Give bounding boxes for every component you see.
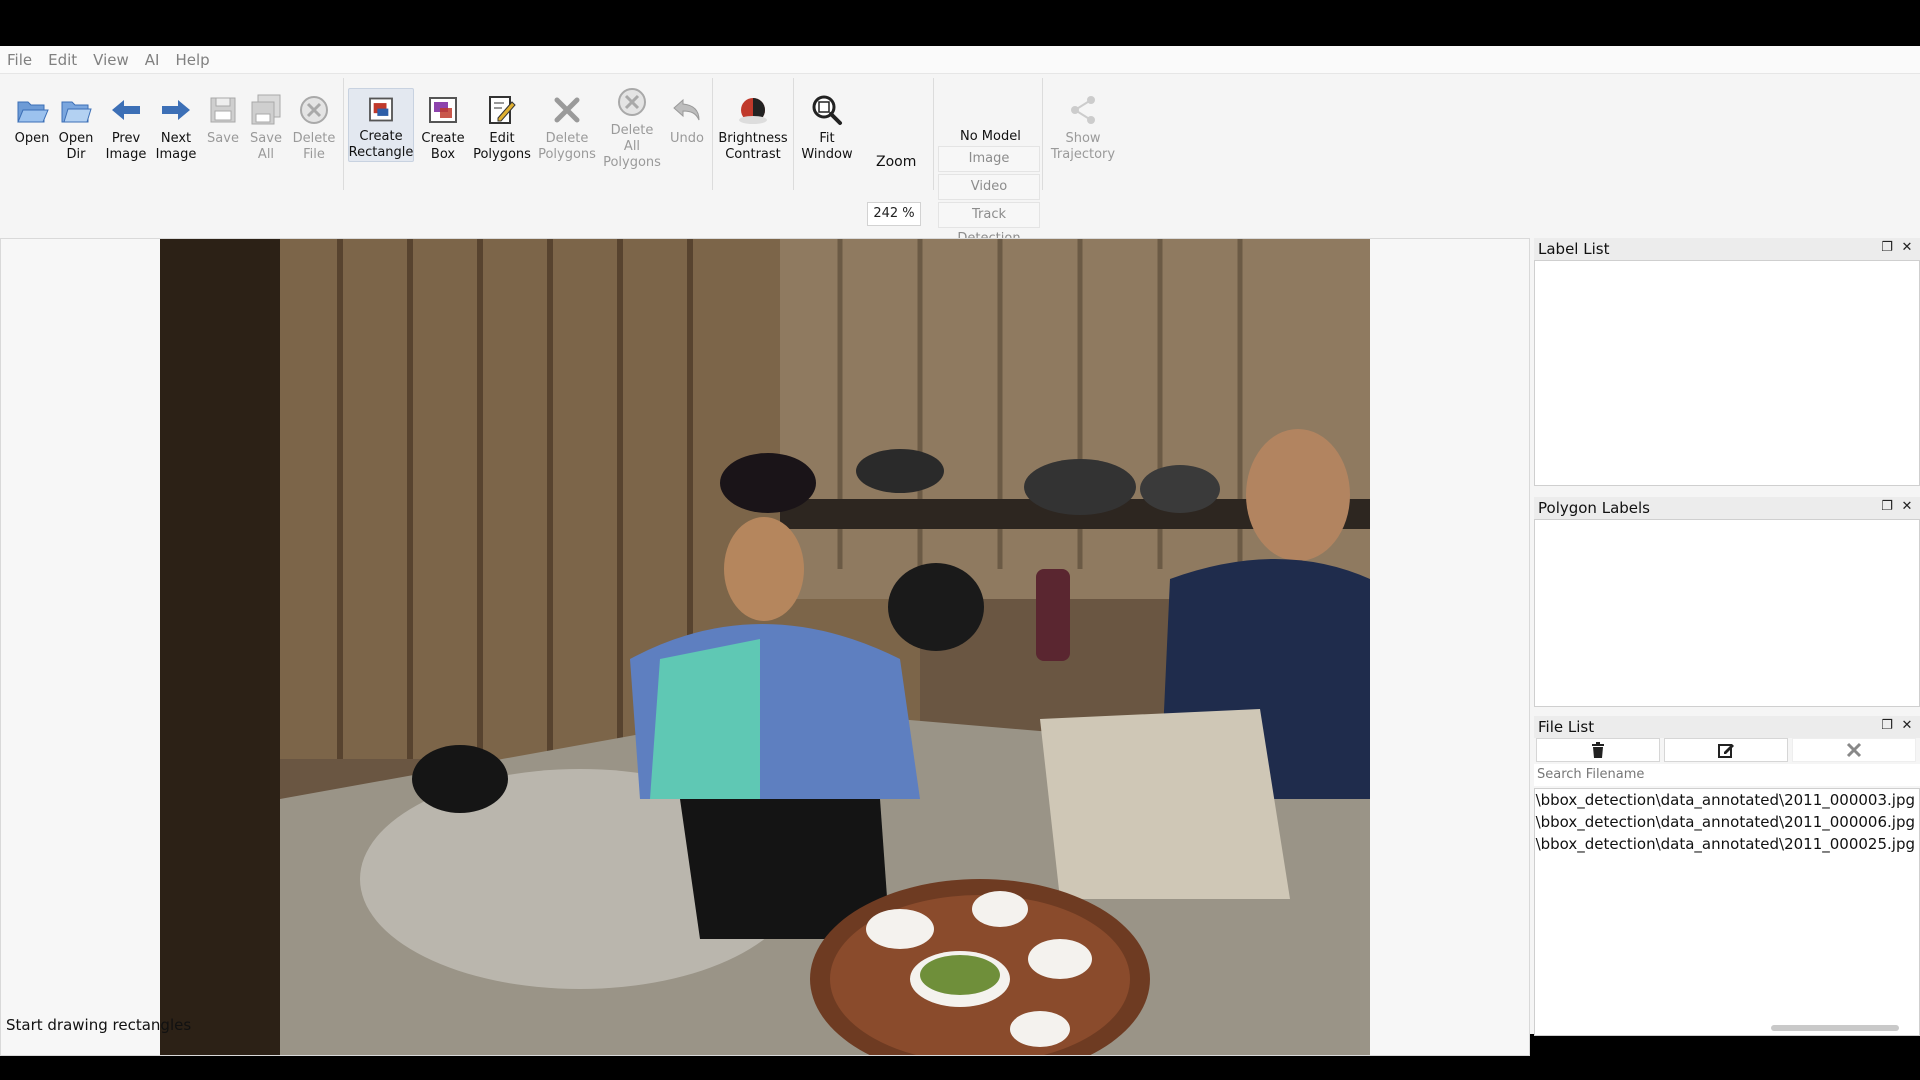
menu-file[interactable]: File: [0, 51, 40, 69]
edit-polygons-button[interactable]: Edit Polygons: [473, 92, 531, 163]
zoom-input[interactable]: 242 %: [867, 202, 921, 226]
video-detection-button[interactable]: Video Detection: [938, 174, 1040, 218]
rectangle-icon: [369, 97, 393, 122]
pencil-note-icon: [489, 96, 516, 124]
horizontal-scrollbar[interactable]: [1771, 1025, 1899, 1031]
magnifier-icon: [812, 95, 842, 125]
float-icon[interactable]: ❐: [1880, 719, 1894, 733]
photo-scene: [160, 239, 1370, 1055]
search-filename-input[interactable]: Search Filename: [1534, 764, 1920, 786]
undo-button[interactable]: Undo: [668, 92, 706, 147]
trash-icon: [1592, 742, 1604, 758]
zoom-label: Zoom: [876, 154, 917, 170]
toolbar-separator: [343, 78, 344, 190]
menu-ai[interactable]: AI: [137, 51, 168, 69]
folder-icon: [61, 101, 92, 123]
floppy-stack-icon: [251, 94, 281, 125]
share-icon: [1071, 96, 1095, 124]
arrow-left-icon: [112, 100, 140, 120]
float-icon[interactable]: ❐: [1880, 241, 1894, 255]
status-bar: Start drawing rectangles: [6, 1016, 192, 1034]
open-button[interactable]: Open: [12, 92, 52, 147]
close-icon[interactable]: ✕: [1900, 500, 1914, 514]
open-dir-button[interactable]: Open Dir: [56, 92, 96, 163]
next-image-button[interactable]: Next Image: [154, 92, 198, 163]
app-window: File Edit View AI Help Open Open Dir Pre…: [0, 46, 1920, 1056]
undo-icon: [673, 98, 700, 121]
cross-tools-icon: [1846, 742, 1862, 758]
dock-title: Label List ❐ ✕: [1534, 238, 1920, 260]
arrow-right-icon: [162, 100, 190, 120]
create-box-button[interactable]: Create Box: [420, 92, 466, 163]
label-list[interactable]: [1534, 260, 1920, 486]
file-list[interactable]: amples\bbox_detection\data_annotated\201…: [1534, 788, 1920, 1036]
toolbar-separator: [712, 78, 713, 190]
delete-all-polygons-button[interactable]: Delete All Polygons: [602, 84, 662, 171]
dock-title: File List ❐ ✕: [1534, 716, 1920, 738]
save-all-button[interactable]: Save All: [248, 92, 284, 163]
fit-window-button[interactable]: Fit Window: [800, 92, 854, 163]
menu-view[interactable]: View: [85, 51, 137, 69]
floppy-icon: [210, 97, 236, 123]
canvas-photo[interactable]: [160, 239, 1370, 1055]
dock-title: Polygon Labels ❐ ✕: [1534, 497, 1920, 519]
toolbar-separator: [793, 78, 794, 190]
file-list-item[interactable]: amples\bbox_detection\data_annotated\201…: [1535, 789, 1919, 811]
folder-open-icon: [17, 101, 49, 123]
file-list-item[interactable]: amples\bbox_detection\data_annotated\201…: [1535, 811, 1919, 833]
show-trajectory-button[interactable]: Show Trajectory: [1048, 92, 1118, 163]
file-list-panel: Search Filename amples\bbox_detection\da…: [1534, 738, 1920, 1038]
brightness-icon: [739, 98, 767, 124]
polygon-labels-list[interactable]: [1534, 519, 1920, 707]
toolbar-separator: [1042, 78, 1043, 190]
clear-file-list-button[interactable]: [1792, 738, 1916, 762]
menu-bar: File Edit View AI Help: [0, 46, 1920, 74]
brightness-contrast-button[interactable]: Brightness Contrast: [718, 92, 788, 163]
file-list-dock: File List ❐ ✕ Search Filename \bbox_dete…: [1534, 716, 1920, 1038]
image-detection-button[interactable]: Image Detection: [938, 146, 1040, 190]
delete-polygons-button[interactable]: Delete Polygons: [538, 92, 596, 163]
delete-file-button[interactable]: Delete File: [292, 92, 336, 163]
polygon-labels-dock: Polygon Labels ❐ ✕: [1534, 497, 1920, 707]
track-detection-button[interactable]: Track Detection: [938, 202, 1040, 246]
menu-edit[interactable]: Edit: [40, 51, 85, 69]
prev-image-button[interactable]: Prev Image: [104, 92, 148, 163]
model-status: No Model: [960, 129, 1021, 144]
menu-help[interactable]: Help: [167, 51, 217, 69]
toolbar: Open Open Dir Prev Image Next Image Save…: [0, 74, 1920, 246]
toolbar-separator: [933, 78, 934, 190]
delete-file-list-button[interactable]: [1536, 738, 1660, 762]
circle-x-icon: [300, 96, 328, 124]
circle-x-icon: [618, 88, 646, 116]
edit-file-list-button[interactable]: [1664, 738, 1788, 762]
box-icon: [429, 97, 457, 123]
label-list-dock: Label List ❐ ✕: [1534, 238, 1920, 486]
image-canvas[interactable]: [0, 238, 1530, 1056]
file-list-item[interactable]: amples\bbox_detection\data_annotated\201…: [1535, 833, 1919, 855]
close-icon[interactable]: ✕: [1900, 719, 1914, 733]
create-rectangle-button[interactable]: Create Rectangle: [348, 88, 414, 162]
close-icon[interactable]: ✕: [1900, 241, 1914, 255]
float-icon[interactable]: ❐: [1880, 500, 1894, 514]
x-icon: [554, 97, 580, 123]
save-button[interactable]: Save: [206, 92, 240, 147]
edit-icon: [1718, 744, 1734, 758]
